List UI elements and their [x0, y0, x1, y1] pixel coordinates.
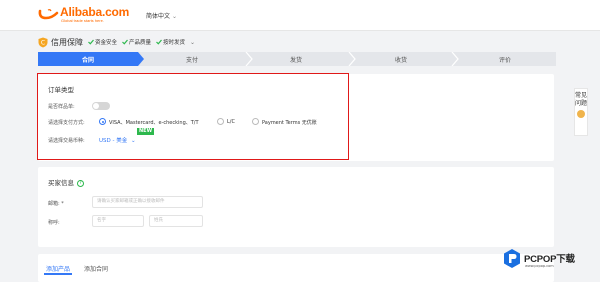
active-tab-underline — [44, 273, 72, 275]
email-label: 邮箱: * — [48, 201, 64, 207]
step-contract: 合同 — [81, 57, 95, 64]
language-label: 简体中文 — [146, 13, 171, 20]
language-selector[interactable]: 简体中文 ⌄ — [146, 11, 177, 20]
assurance-feature-delivery: 按时发货 — [156, 38, 185, 46]
alibaba-logo[interactable]: Alibaba.com Global trade starts here. — [38, 5, 130, 26]
buyer-info-title: 买家信息? — [48, 177, 84, 187]
watermark-text: PCPOP下载 — [524, 254, 575, 265]
help-icon[interactable]: ? — [77, 179, 84, 187]
svg-text:C: C — [41, 39, 45, 46]
watermark-subtext: www.pcpop.com — [525, 264, 554, 268]
pcpop-watermark: PCPOP下载 www.pcpop.com — [502, 245, 594, 273]
assurance-title: 信用保障 — [51, 37, 83, 47]
step-review: 评价 — [498, 57, 512, 64]
last-name-input[interactable]: 姓氏 — [149, 215, 203, 227]
step-payment: 支付 — [185, 57, 199, 64]
shield-icon: C — [38, 37, 48, 47]
pcpop-logo-icon — [504, 249, 520, 268]
check-icon — [156, 39, 162, 45]
check-icon — [122, 39, 128, 45]
chevron-down-icon: ⌄ — [172, 13, 178, 20]
product-card — [38, 254, 554, 282]
chevron-down-icon[interactable]: ⌄ — [190, 39, 195, 46]
faq-label-line1: 常见 — [575, 92, 588, 99]
name-label: 称呼: — [48, 220, 60, 226]
first-name-input[interactable]: 名字 — [92, 215, 144, 227]
faq-label-line2: 问题 — [575, 100, 588, 107]
faq-side-button[interactable]: 常见 问题 — [574, 88, 588, 136]
check-icon — [88, 39, 94, 45]
logo-text: Alibaba.com — [60, 5, 130, 19]
assurance-feature-quality: 产品质量 — [122, 38, 151, 46]
tab-add-product[interactable]: 添加产品 — [46, 264, 70, 273]
top-header: Alibaba.com Global trade starts here. 简体… — [0, 0, 600, 31]
progress-steps: 合同 支付 发货 收货 评价 — [38, 52, 556, 66]
support-avatar-icon — [577, 110, 585, 118]
alibaba-smile-icon — [38, 9, 59, 20]
highlight-box — [37, 73, 349, 160]
step-shipping: 发货 — [289, 57, 303, 64]
tab-add-contract[interactable]: 添加合同 — [84, 264, 108, 273]
logo-tagline: Global trade starts here. — [61, 18, 104, 23]
email-input[interactable]: 请确认买家邮箱或正确以接收邮件 — [92, 196, 203, 208]
trade-assurance-bar: C 信用保障 资金安全 产品质量 按时发货 ⌄ — [38, 35, 195, 49]
assurance-feature-funds: 资金安全 — [88, 38, 117, 46]
step-receipt: 收货 — [394, 57, 408, 64]
